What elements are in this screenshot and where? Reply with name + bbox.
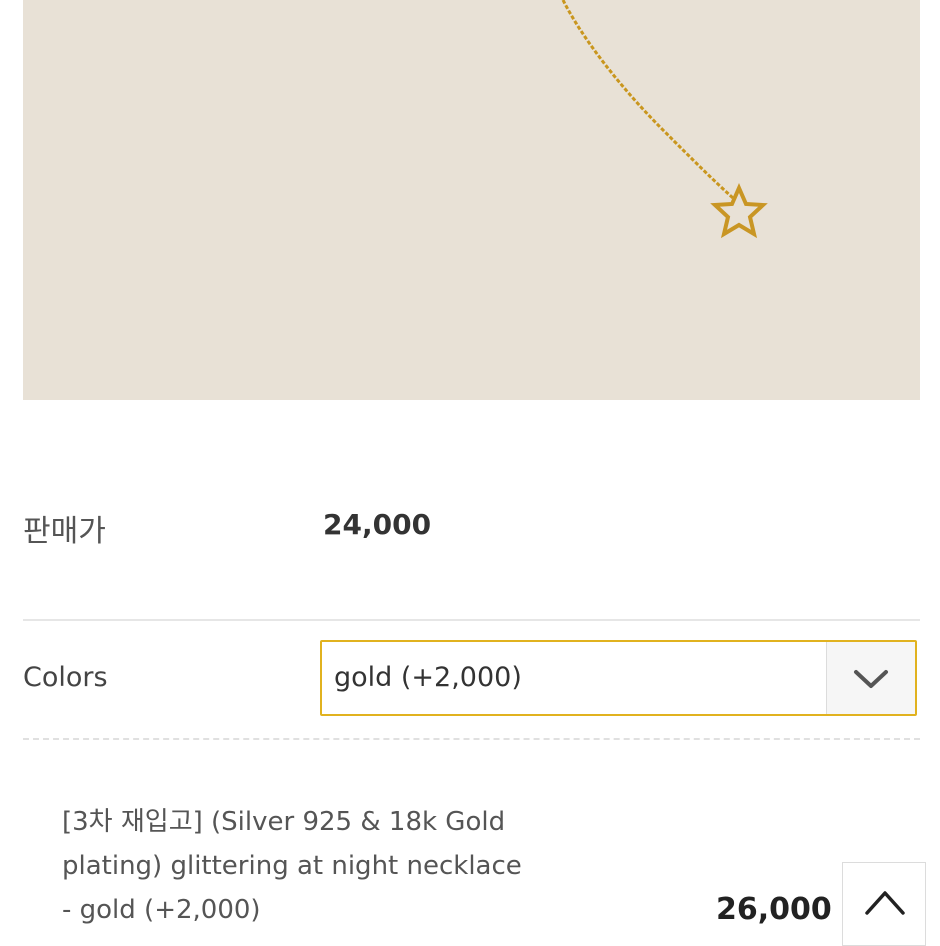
selected-option-name: [3차 재입고] (Silver 925 & 18k Gold plating)… bbox=[62, 800, 542, 932]
option-name-line-1: [3차 재입고] (Silver 925 & 18k Gold bbox=[62, 807, 506, 837]
necklace-photo bbox=[23, 0, 920, 400]
colors-label: Colors bbox=[23, 662, 108, 693]
sale-price-row: 판매가 24,000 bbox=[23, 500, 920, 560]
divider bbox=[23, 619, 920, 621]
product-image bbox=[23, 0, 920, 400]
option-name-line-2: plating) glittering at night necklace bbox=[62, 851, 522, 881]
color-select-value: gold (+2,000) bbox=[334, 662, 522, 693]
sale-price-value: 24,000 bbox=[323, 508, 432, 541]
sale-price-label: 판매가 bbox=[23, 514, 106, 549]
dashed-divider bbox=[23, 738, 920, 740]
color-select[interactable]: gold (+2,000) bbox=[320, 640, 917, 716]
option-name-line-3: - gold (+2,000) bbox=[62, 895, 261, 925]
selected-option-price: 26,000 bbox=[716, 892, 832, 927]
dropdown-button[interactable] bbox=[826, 642, 915, 714]
scroll-top-button[interactable] bbox=[842, 862, 926, 946]
chevron-up-icon bbox=[865, 891, 905, 915]
chevron-down-icon bbox=[854, 670, 888, 688]
